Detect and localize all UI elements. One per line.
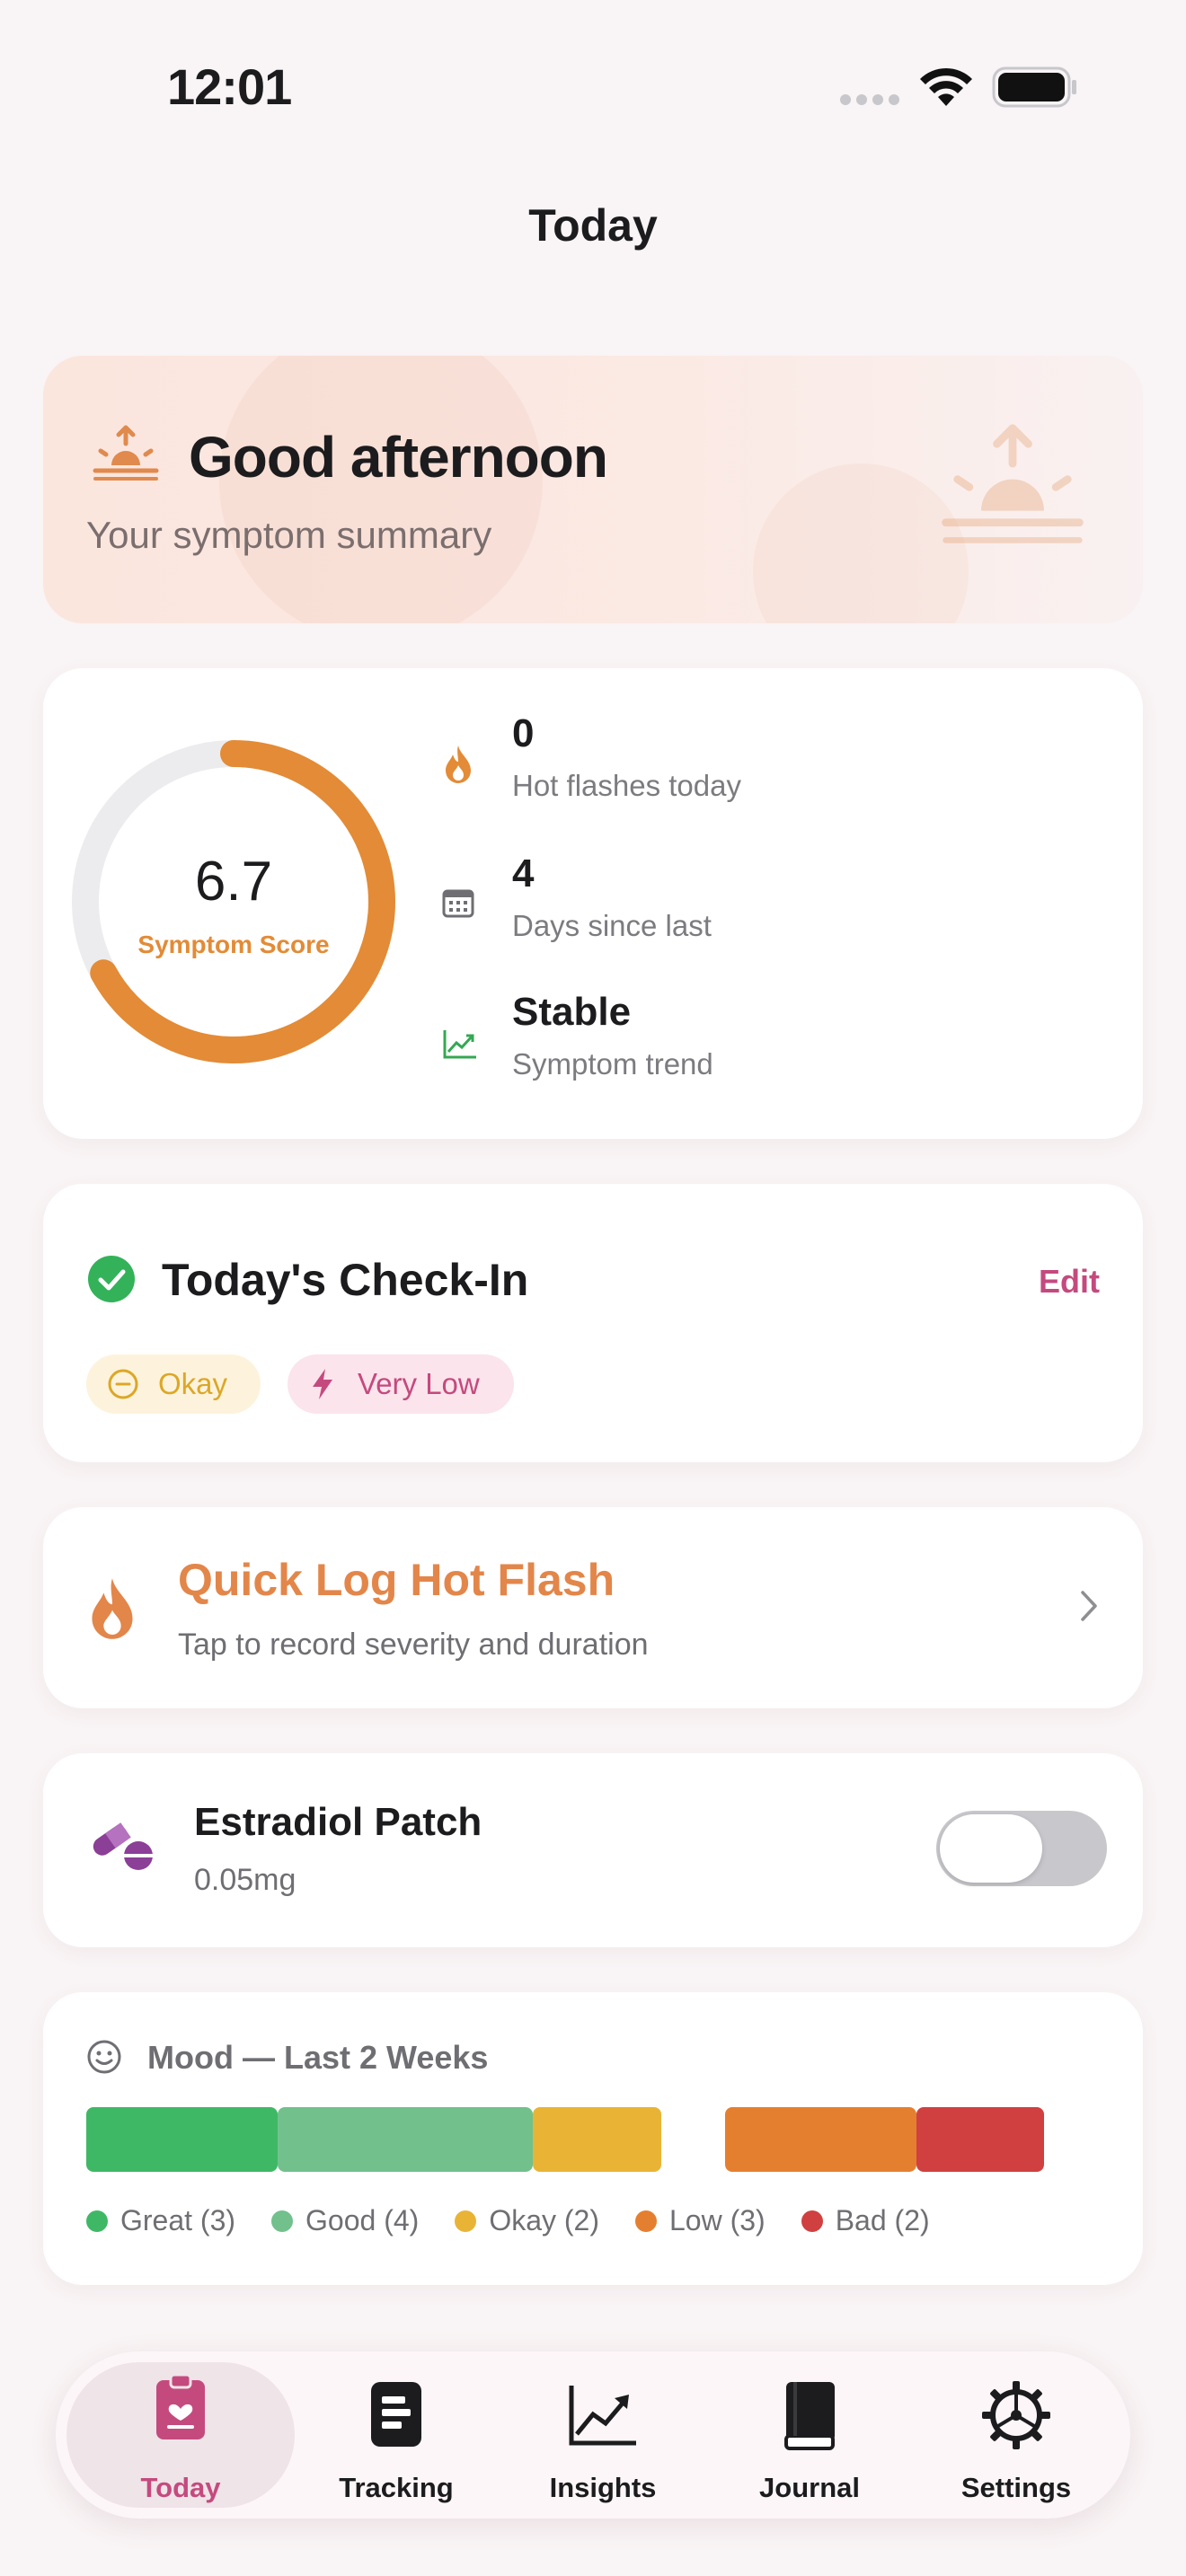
chevron-right-icon <box>1080 1590 1098 1627</box>
score-ring: 6.7 Symptom Score <box>72 740 395 1063</box>
legend-dot <box>271 2210 294 2232</box>
calendar-icon <box>442 889 474 922</box>
status-time: 12:01 <box>167 58 292 115</box>
score-label: Symptom Score <box>137 931 330 958</box>
checkmark-circle-icon <box>88 1256 135 1307</box>
tab-journal[interactable]: Journal <box>706 2351 913 2519</box>
tab-today[interactable]: Today <box>66 2351 295 2519</box>
medication-name: Estradiol Patch <box>194 1800 482 1844</box>
mood-segment-bad <box>916 2107 1044 2172</box>
stat-hot-flashes: 0 Hot flashes today <box>512 711 741 803</box>
tab-settings[interactable]: Settings <box>913 2351 1120 2519</box>
bolt-icon <box>311 1368 334 1400</box>
legend-label: Bad (2) <box>835 2204 930 2236</box>
quick-log-title: Quick Log Hot Flash <box>178 1555 615 1605</box>
medication-card: Estradiol Patch 0.05mg <box>43 1753 1143 1947</box>
clipboard-heart-icon <box>156 2373 205 2439</box>
greeting-title: Good afternoon <box>189 425 608 490</box>
legend-dot <box>86 2210 108 2232</box>
stat-label: Hot flashes today <box>512 769 741 802</box>
mood-segment-okay <box>533 2107 661 2172</box>
battery-icon <box>992 66 1078 112</box>
gear-icon <box>982 2381 1050 2449</box>
stat-label: Days since last <box>512 909 712 942</box>
tab-label: Settings <box>960 2472 1072 2503</box>
stat-value: 4 <box>512 851 535 895</box>
mood-segment-good <box>278 2107 534 2172</box>
tab-label: Today <box>140 2472 221 2503</box>
symptom-score-card: 6.7 Symptom Score 0 Hot flashes today 4 … <box>43 668 1143 1139</box>
smiley-icon <box>86 2039 122 2079</box>
tab-bar: Today Tracking Insights Journal Settings <box>56 2351 1130 2519</box>
tab-insights[interactable]: Insights <box>500 2351 706 2519</box>
mood-legend-item: Okay (2) <box>455 2204 599 2237</box>
greeting-subtitle: Your symptom summary <box>86 514 492 556</box>
legend-dot <box>455 2210 477 2232</box>
flame-icon <box>86 1575 138 1646</box>
mood-segment-great <box>86 2107 279 2172</box>
chart-icon <box>569 2386 636 2446</box>
legend-dot <box>635 2210 657 2232</box>
page-title: Today <box>528 200 658 251</box>
mood-history-card: Mood — Last 2 Weeks Great (3) Good (4) Oka… <box>43 1992 1143 2285</box>
trend-chart-icon <box>442 1028 478 1064</box>
legend-label: Great (3) <box>120 2204 236 2236</box>
greeting-card: Good afternoon Your symptom summary <box>43 356 1143 623</box>
stat-days-since: 4 Days since last <box>512 851 712 943</box>
score-value: 6.7 <box>194 851 273 913</box>
energy-pill-label: Very Low <box>358 1367 480 1400</box>
edit-button[interactable]: Edit <box>1039 1263 1100 1301</box>
legend-dot <box>801 2210 823 2232</box>
flame-icon <box>442 744 474 790</box>
energy-pill: Very Low <box>288 1354 514 1414</box>
stat-label: Symptom trend <box>512 1047 713 1081</box>
legend-label: Low (3) <box>669 2204 766 2236</box>
medication-taken-toggle[interactable] <box>936 1811 1107 1886</box>
mood-segment-low <box>724 2107 916 2172</box>
mood-legend-item: Low (3) <box>635 2204 766 2237</box>
checkin-card: Today's Check-In Edit Okay Very Low <box>43 1184 1143 1462</box>
toggle-knob <box>940 1814 1042 1883</box>
list-icon <box>371 2382 421 2447</box>
mood-legend: Great (3) Good (4) Okay (2) Low (3) Bad (2) <box>86 2204 966 2237</box>
medication-dose: 0.05mg <box>194 1863 296 1897</box>
stat-value: Stable <box>512 990 632 1034</box>
mood-pill-label: Okay <box>158 1367 228 1400</box>
mood-distribution-bar <box>86 2107 1044 2172</box>
tab-label: Insights <box>549 2472 657 2503</box>
legend-label: Good (4) <box>305 2204 420 2236</box>
mood-pill: Okay <box>86 1354 261 1414</box>
tab-tracking[interactable]: Tracking <box>293 2351 500 2519</box>
book-icon <box>784 2382 835 2450</box>
cellular-icon <box>839 93 902 110</box>
legend-label: Okay (2) <box>489 2204 599 2236</box>
mood-legend-item: Great (3) <box>86 2204 235 2237</box>
quick-log-hot-flash-button[interactable]: Quick Log Hot Flash Tap to record severi… <box>43 1507 1143 1708</box>
tab-label: Journal <box>759 2472 860 2503</box>
wifi-icon <box>918 66 974 112</box>
checkin-title: Today's Check-In <box>162 1255 529 1305</box>
quick-log-subtitle: Tap to record severity and duration <box>178 1628 649 1662</box>
neutral-face-icon <box>108 1369 138 1399</box>
mood-legend-item: Good (4) <box>271 2204 419 2237</box>
sunrise-icon <box>92 424 160 486</box>
mood-title: Mood — Last 2 Weeks <box>147 2039 489 2076</box>
pills-icon <box>88 1816 156 1878</box>
mood-legend-item: Bad (2) <box>801 2204 930 2237</box>
sunrise-decoration-icon <box>936 420 1089 551</box>
stat-symptom-trend: Stable Symptom trend <box>512 990 713 1081</box>
tab-label: Tracking <box>339 2472 454 2503</box>
stat-value: 0 <box>512 711 535 755</box>
mood-segment-gap <box>661 2107 725 2172</box>
